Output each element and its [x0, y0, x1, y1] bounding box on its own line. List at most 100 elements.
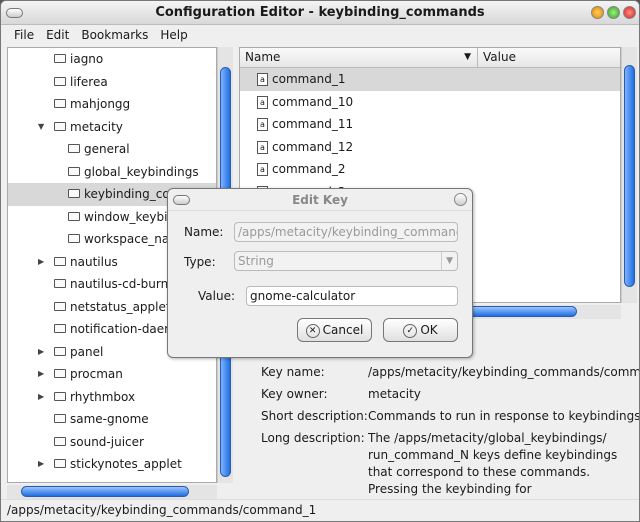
dialog-title-bar: Edit Key: [168, 189, 472, 211]
ok-button[interactable]: ✓ OK: [383, 318, 458, 342]
folder-icon: [54, 301, 66, 311]
close-button[interactable]: [623, 6, 636, 19]
list-header: Name ▼ Value: [240, 48, 620, 68]
column-label: Value: [483, 50, 516, 64]
expander-collapsed-icon[interactable]: ▶: [38, 251, 44, 274]
minimize-button[interactable]: [591, 6, 604, 19]
folder-icon: [54, 279, 66, 288]
maximize-button[interactable]: [607, 6, 620, 19]
folder-icon: [54, 391, 66, 401]
check-icon: ✓: [403, 323, 418, 338]
tree-item-label: mahjongg: [70, 97, 131, 111]
tree-item[interactable]: same-gnome: [8, 408, 216, 431]
value-input[interactable]: gnome-calculator: [246, 286, 458, 306]
folder-icon: [54, 414, 66, 423]
tree-item[interactable]: mahjongg: [8, 93, 216, 116]
edit-key-dialog: Edit Key Name: /apps/metacity/keybinding…: [167, 188, 473, 358]
key-details: Key name: /apps/metacity/keybinding_comma…: [261, 361, 640, 497]
tree-item-label: general: [84, 142, 130, 156]
expander-collapsed-icon[interactable]: ▶: [38, 363, 44, 386]
cancel-label: Cancel: [322, 323, 364, 337]
string-key-icon: a: [257, 95, 268, 109]
menu-file[interactable]: File: [14, 25, 34, 45]
tree-item[interactable]: ▼ metacity: [8, 116, 216, 139]
tree-item-label: liferea: [70, 74, 108, 89]
key-name: command_11: [272, 117, 354, 131]
cancel-icon: ✕: [305, 323, 320, 338]
column-name[interactable]: Name ▼: [240, 48, 478, 67]
menu-edit[interactable]: Edit: [46, 25, 69, 45]
tree-item[interactable]: global_keybindings: [8, 161, 216, 184]
scroll-thumb[interactable]: [624, 65, 635, 287]
window-title: Configuration Editor - keybinding_comman…: [155, 5, 485, 20]
chevron-down-icon: ▼: [441, 252, 453, 270]
expander-collapsed-icon[interactable]: ▶: [38, 341, 44, 364]
string-key-icon: a: [257, 118, 268, 131]
tree-horizontal-scrollbar[interactable]: [7, 485, 217, 499]
folder-icon: [54, 256, 66, 266]
tree-item-label: sound-juicer: [70, 434, 144, 449]
folder-icon: [54, 99, 66, 108]
name-label: Name:: [184, 225, 224, 239]
list-row[interactable]: a command_10: [240, 91, 620, 114]
key-name-value: /apps/metacity/keybinding_commands/comma…: [368, 365, 640, 379]
value-label: Value:: [198, 289, 235, 303]
window-menu-button[interactable]: [6, 8, 23, 18]
tree-item-label: metacity: [70, 119, 123, 134]
expander-expanded-icon[interactable]: ▼: [38, 116, 44, 139]
tree-item-label: rhythmbox: [70, 389, 136, 404]
tree-item-label: stickynotes_applet: [70, 457, 182, 471]
tree-item[interactable]: general: [8, 138, 216, 161]
folder-icon: [54, 459, 66, 468]
type-label: Type:: [184, 255, 216, 269]
long-description-label: Long description:: [261, 431, 365, 445]
menu-bookmarks[interactable]: Bookmarks: [81, 25, 148, 45]
type-select: String ▼: [234, 251, 458, 271]
tree-item-label: global_keybindings: [84, 164, 199, 179]
list-row[interactable]: a command_11: [240, 113, 620, 136]
list-row[interactable]: a command_2: [240, 158, 620, 181]
tree-item-label: netstatus_applet: [70, 299, 171, 314]
folder-icon: [68, 234, 80, 243]
scroll-thumb[interactable]: [21, 486, 189, 497]
tree-item-label: iagno: [70, 52, 104, 66]
column-label: Name: [245, 50, 281, 64]
key-name: command_1: [272, 72, 346, 86]
tree-item[interactable]: ▶ procman: [8, 363, 216, 386]
string-key-icon: a: [257, 140, 268, 154]
list-row[interactable]: a command_12: [240, 136, 620, 159]
key-owner-value: metacity: [368, 387, 421, 401]
tree-item[interactable]: ▶ stickynotes_applet: [8, 453, 216, 476]
expander-collapsed-icon[interactable]: ▶: [38, 453, 44, 476]
column-value[interactable]: Value: [478, 48, 620, 67]
long-description-value: The /apps/metacity/global_keybindings/ r…: [368, 431, 618, 496]
folder-icon: [68, 166, 80, 176]
key-name: command_12: [272, 139, 354, 154]
window-menu-button[interactable]: [173, 195, 190, 205]
folder-icon: [68, 144, 80, 153]
string-key-icon: a: [257, 73, 268, 86]
menu-help[interactable]: Help: [160, 25, 187, 45]
close-button[interactable]: [454, 193, 467, 206]
tree-item[interactable]: ▶ rhythmbox: [8, 386, 216, 409]
tree-item-label: nautilus: [70, 254, 118, 269]
list-vertical-scrollbar[interactable]: [621, 47, 637, 303]
folder-icon: [54, 76, 66, 86]
tree-item-label: panel: [70, 344, 104, 359]
tree-item[interactable]: sound-juicer: [8, 431, 216, 454]
cancel-button[interactable]: ✕ Cancel: [297, 318, 372, 342]
list-row[interactable]: a command_1: [240, 68, 620, 91]
menu-bar: File Edit Bookmarks Help: [1, 25, 639, 45]
folder-icon: [54, 369, 66, 378]
short-description-value: Commands to run in response to keybindin…: [368, 409, 640, 423]
tree-item[interactable]: liferea: [8, 71, 216, 94]
status-bar: /apps/metacity/keybinding_commands/comma…: [1, 499, 639, 521]
tree-item-label: nautilus-cd-burner: [70, 277, 181, 291]
expander-collapsed-icon[interactable]: ▶: [38, 386, 44, 409]
sort-descending-icon: ▼: [464, 52, 471, 62]
tree-item-label: procman: [70, 367, 123, 381]
key-owner-label: Key owner:: [261, 387, 328, 401]
folder-icon: [68, 211, 80, 221]
tree-item[interactable]: iagno: [8, 48, 216, 71]
folder-icon: [54, 346, 66, 356]
